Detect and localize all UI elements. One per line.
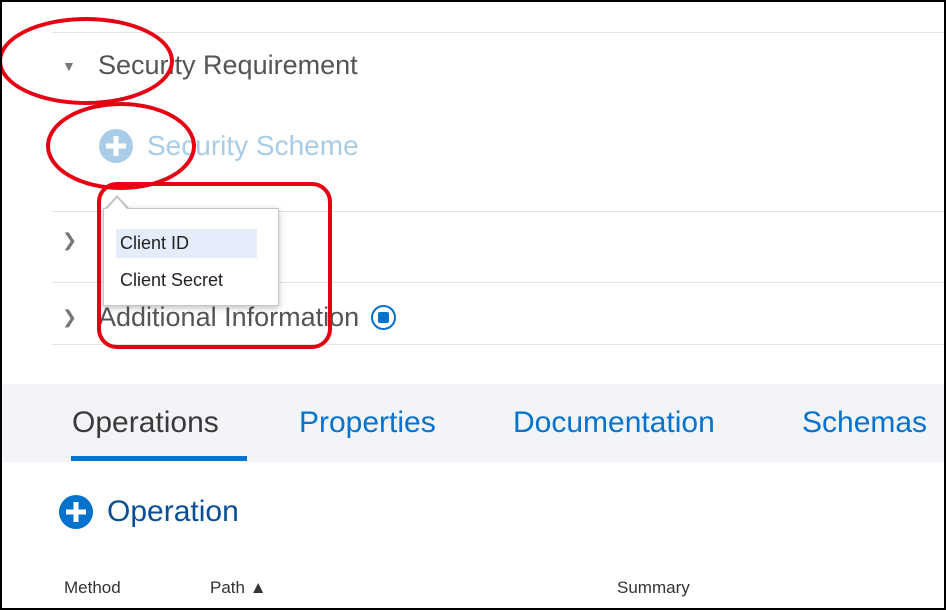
divider (52, 344, 944, 345)
tab-schemas[interactable]: Schemas (802, 406, 927, 440)
add-operation-button[interactable]: Operation (59, 495, 239, 529)
security-requirement-header[interactable]: ▼ Security Requirement (62, 50, 358, 81)
caret-down-icon[interactable]: ▼ (62, 58, 82, 74)
active-tab-indicator (71, 456, 247, 461)
column-header-path[interactable]: Path ▲ (210, 578, 267, 598)
tab-properties[interactable]: Properties (299, 406, 436, 440)
security-requirement-label: Security Requirement (98, 50, 358, 80)
tabs-bar: Operations Properties Documentation Sche… (2, 384, 944, 462)
security-scheme-dropdown: Client ID Client Secret (103, 208, 279, 306)
column-header-method[interactable]: Method (64, 578, 121, 598)
collapsed-section-header[interactable]: ❯ (62, 230, 98, 251)
dropdown-pointer-inner (107, 198, 127, 209)
plus-circle-icon (59, 495, 93, 529)
puzzle-circle-icon[interactable] (371, 305, 397, 330)
add-security-scheme-button[interactable]: Security Scheme (99, 129, 359, 163)
menu-item-client-secret[interactable]: Client Secret (116, 266, 227, 295)
tab-operations[interactable]: Operations (72, 406, 219, 440)
tab-documentation[interactable]: Documentation (513, 406, 715, 440)
additional-information-label: Additional Information (98, 302, 360, 332)
caret-right-icon[interactable]: ❯ (62, 230, 82, 251)
page-frame: ▼ Security Requirement Security Scheme ❯… (0, 0, 946, 610)
additional-information-header[interactable]: ❯ Additional Information (62, 302, 397, 333)
menu-item-client-id[interactable]: Client ID (116, 229, 257, 258)
plus-circle-icon (99, 129, 133, 163)
column-header-summary[interactable]: Summary (617, 578, 690, 598)
security-scheme-label: Security Scheme (147, 130, 359, 161)
divider (52, 32, 944, 33)
add-operation-label: Operation (107, 495, 239, 528)
caret-right-icon[interactable]: ❯ (62, 307, 82, 328)
